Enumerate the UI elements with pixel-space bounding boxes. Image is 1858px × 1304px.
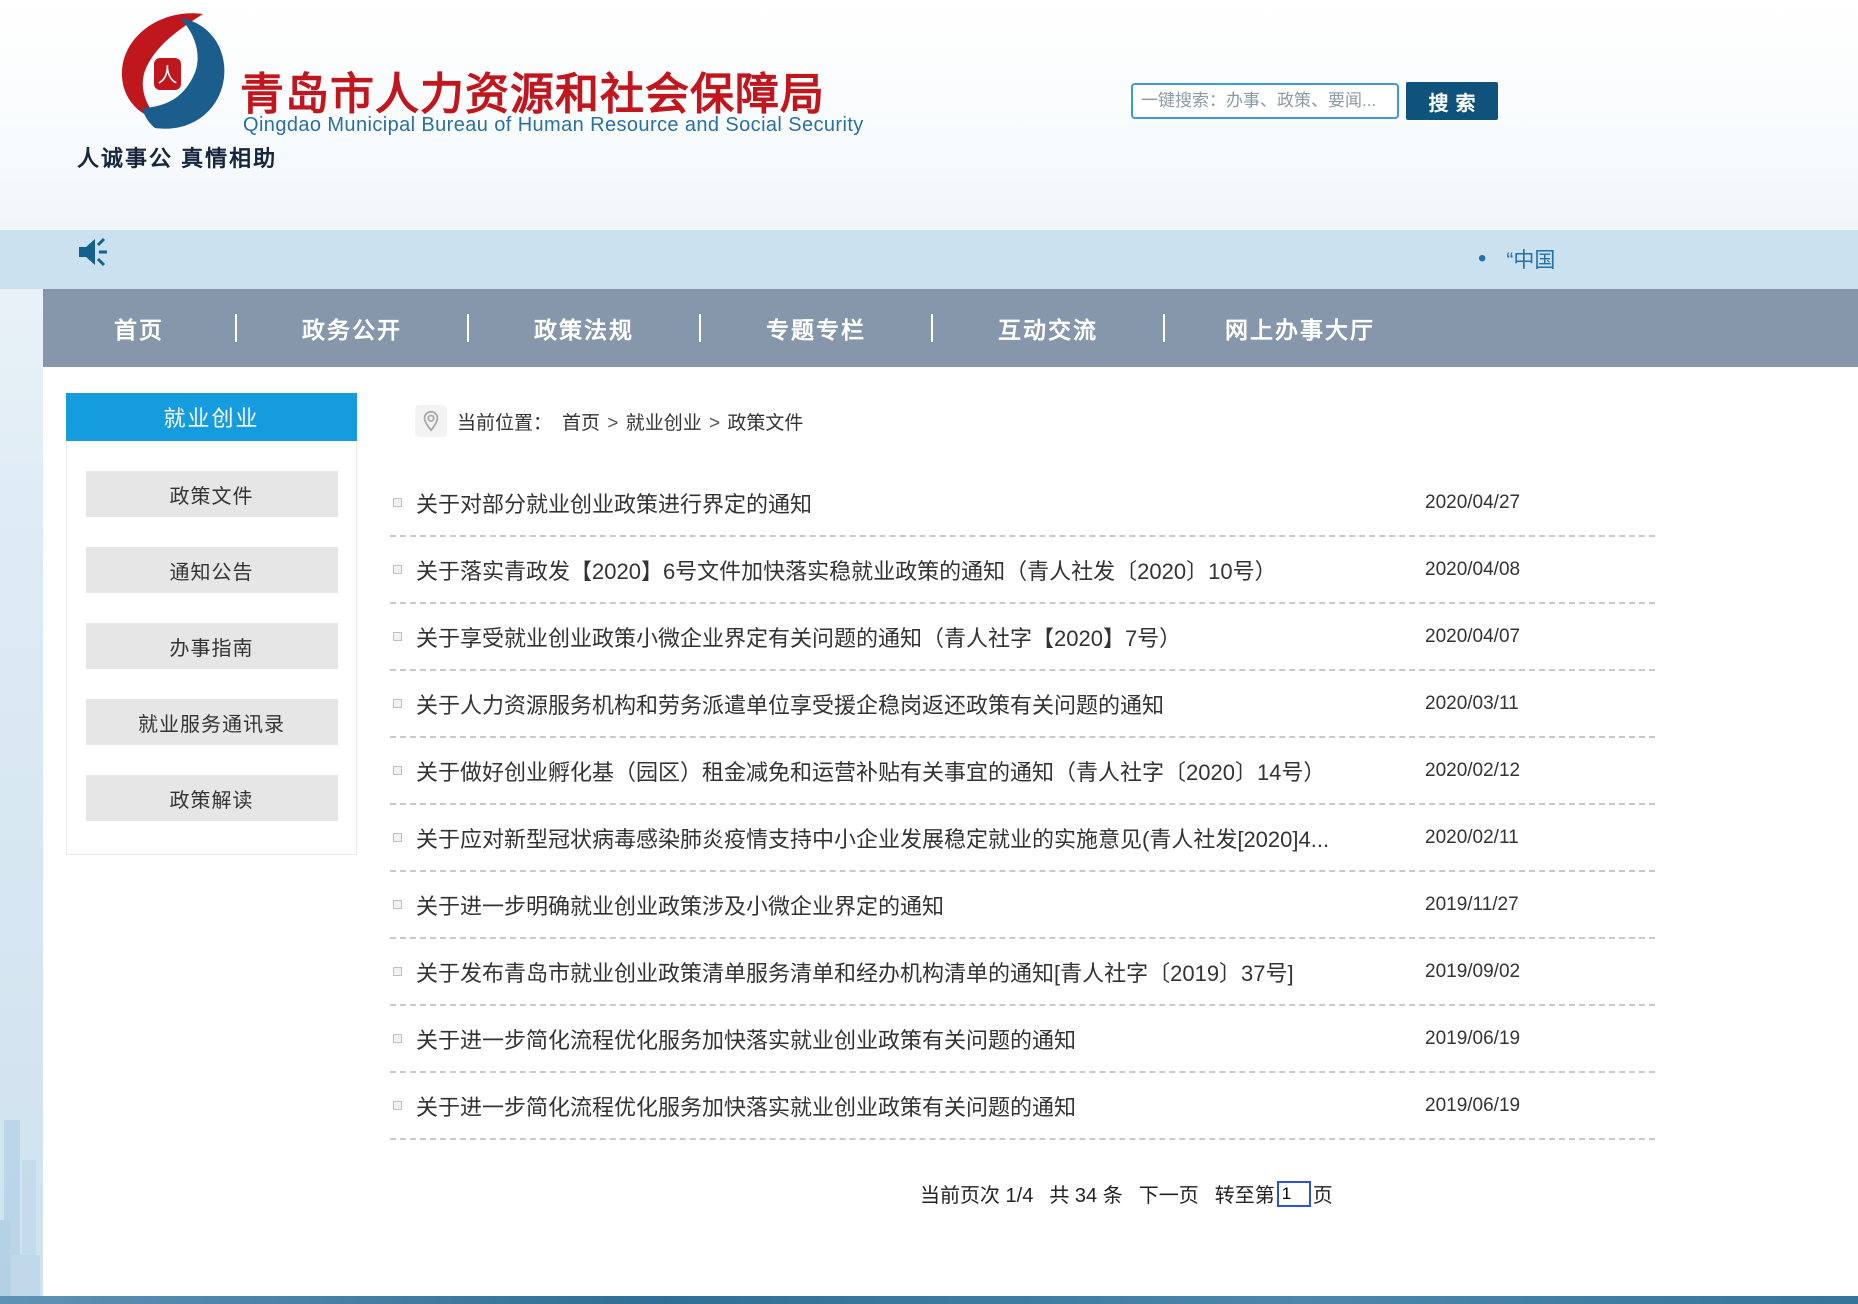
policy-link[interactable]: 关于进一步明确就业创业政策涉及小微企业界定的通知 [416, 889, 1425, 921]
sidebar-menu: 政策文件通知公告办事指南就业服务通讯录政策解读 [66, 441, 357, 855]
breadcrumb-link-2[interactable]: 就业创业 [626, 413, 702, 434]
policy-link[interactable]: 关于人力资源服务机构和劳务派遣单位享受援企稳岗返还政策有关问题的通知 [416, 688, 1425, 720]
policy-link[interactable]: 关于进一步简化流程优化服务加快落实就业创业政策有关问题的通知 [416, 1023, 1425, 1055]
speaker-icon [76, 235, 110, 269]
announcement-marquee[interactable]: • “中国 [1478, 244, 1555, 274]
policy-date: 2019/06/19 [1425, 1028, 1655, 1050]
footer-bar [0, 1296, 1858, 1304]
breadcrumb-link-1[interactable]: 首页 [562, 413, 600, 434]
policy-list: 关于对部分就业创业政策进行界定的通知2020/04/27 关于落实青政发【2020… [390, 470, 1655, 1140]
list-bullet-icon [393, 632, 402, 641]
marquee-text: “中国 [1506, 244, 1555, 274]
policy-date: 2020/04/27 [1425, 492, 1655, 514]
nav-item-6[interactable]: 网上办事大厅 [1165, 289, 1435, 367]
breadcrumb: 当前位置： 首页 > 就业创业 > 政策文件 [415, 403, 803, 439]
sidebar-item-5[interactable]: 政策解读 [86, 775, 338, 821]
sidebar-header[interactable]: 就业创业 [66, 393, 357, 441]
sidebar-item-1[interactable]: 政策文件 [86, 471, 338, 517]
main-nav: 首页政务公开政策法规专题专栏互动交流网上办事大厅 [43, 289, 1858, 367]
location-pin-icon [415, 405, 447, 437]
policy-list-item: 关于应对新型冠状病毒感染肺炎疫情支持中小企业发展稳定就业的实施意见(青人社发[2… [390, 805, 1655, 872]
list-bullet-icon [393, 699, 402, 708]
content-panel: 就业创业 政策文件通知公告办事指南就业服务通讯录政策解读 当前位置： 首页 > … [43, 367, 1858, 1296]
list-bullet-icon [393, 766, 402, 775]
policy-list-item: 关于人力资源服务机构和劳务派遣单位享受援企稳岗返还政策有关问题的通知2020/0… [390, 671, 1655, 738]
list-bullet-icon [393, 833, 402, 842]
policy-date: 2020/03/11 [1425, 693, 1655, 715]
skyline-image [0, 1030, 43, 1296]
pagination-goto-label: 转至第 [1215, 1179, 1275, 1208]
search-button[interactable]: 搜索 [1406, 82, 1498, 120]
policy-date: 2019/06/19 [1425, 1095, 1655, 1117]
policy-date: 2020/02/12 [1425, 760, 1655, 782]
svg-text:人: 人 [158, 64, 178, 87]
policy-link[interactable]: 关于做好创业孵化基（园区）租金减免和运营补贴有关事宜的通知（青人社字〔2020〕… [416, 755, 1425, 787]
policy-list-item: 关于落实青政发【2020】6号文件加快落实稳就业政策的通知（青人社发〔2020〕… [390, 537, 1655, 604]
breadcrumb-link-3[interactable]: 政策文件 [727, 413, 803, 434]
nav-item-5[interactable]: 互动交流 [933, 289, 1163, 367]
policy-link[interactable]: 关于对部分就业创业政策进行界定的通知 [416, 487, 1425, 519]
policy-list-item: 关于进一步明确就业创业政策涉及小微企业界定的通知2019/11/27 [390, 872, 1655, 939]
policy-link[interactable]: 关于享受就业创业政策小微企业界定有关问题的通知（青人社字【2020】7号） [416, 621, 1425, 653]
pagination: 当前页次 1/4 共 34 条 下一页 转至第 页 [920, 1179, 1333, 1208]
policy-link[interactable]: 关于进一步简化流程优化服务加快落实就业创业政策有关问题的通知 [416, 1090, 1425, 1122]
policy-link[interactable]: 关于应对新型冠状病毒感染肺炎疫情支持中小企业发展稳定就业的实施意见(青人社发[2… [416, 822, 1425, 854]
marquee-bullet-icon: • [1478, 249, 1486, 269]
policy-list-item: 关于享受就业创业政策小微企业界定有关问题的通知（青人社字【2020】7号）202… [390, 604, 1655, 671]
policy-link[interactable]: 关于落实青政发【2020】6号文件加快落实稳就业政策的通知（青人社发〔2020〕… [416, 554, 1425, 586]
pagination-next-button[interactable]: 下一页 [1139, 1179, 1199, 1208]
list-bullet-icon [393, 498, 402, 507]
policy-list-item: 关于发布青岛市就业创业政策清单服务清单和经办机构清单的通知[青人社字〔2019〕… [390, 939, 1655, 1006]
search-input[interactable] [1131, 83, 1399, 119]
list-bullet-icon [393, 1034, 402, 1043]
pagination-goto-input[interactable] [1277, 1181, 1311, 1207]
policy-date: 2020/04/08 [1425, 559, 1655, 581]
site-motto: 人诚事公 真情相助 [77, 141, 277, 173]
policy-date: 2019/11/27 [1425, 894, 1655, 916]
breadcrumb-separator: > [702, 413, 728, 434]
nav-item-2[interactable]: 政务公开 [237, 289, 467, 367]
header: 人 青岛市人力资源和社会保障局 Qingdao Municipal Bureau… [0, 0, 1858, 230]
policy-date: 2020/04/07 [1425, 626, 1655, 648]
pagination-total: 共 34 条 [1049, 1179, 1122, 1208]
pagination-current: 当前页次 1/4 [920, 1179, 1033, 1208]
list-bullet-icon [393, 1101, 402, 1110]
site-subtitle: Qingdao Municipal Bureau of Human Resour… [243, 114, 864, 137]
nav-item-4[interactable]: 专题专栏 [701, 289, 931, 367]
nav-item-1[interactable]: 首页 [43, 289, 235, 367]
policy-date: 2019/09/02 [1425, 961, 1655, 983]
policy-date: 2020/02/11 [1425, 827, 1655, 849]
policy-list-item: 关于进一步简化流程优化服务加快落实就业创业政策有关问题的通知2019/06/19 [390, 1006, 1655, 1073]
policy-list-item: 关于进一步简化流程优化服务加快落实就业创业政策有关问题的通知2019/06/19 [390, 1073, 1655, 1140]
sidebar-item-4[interactable]: 就业服务通讯录 [86, 699, 338, 745]
sidebar-item-2[interactable]: 通知公告 [86, 547, 338, 593]
policy-list-item: 关于对部分就业创业政策进行界定的通知2020/04/27 [390, 470, 1655, 537]
breadcrumb-links: 首页 > 就业创业 > 政策文件 [562, 408, 803, 435]
sidebar-item-3[interactable]: 办事指南 [86, 623, 338, 669]
policy-list-item: 关于做好创业孵化基（园区）租金减免和运营补贴有关事宜的通知（青人社字〔2020〕… [390, 738, 1655, 805]
pagination-goto-suffix: 页 [1313, 1179, 1333, 1208]
policy-link[interactable]: 关于发布青岛市就业创业政策清单服务清单和经办机构清单的通知[青人社字〔2019〕… [416, 956, 1425, 988]
site-logo-icon[interactable]: 人 [100, 8, 242, 136]
list-bullet-icon [393, 565, 402, 574]
breadcrumb-label: 当前位置： [457, 408, 552, 435]
list-bullet-icon [393, 967, 402, 976]
nav-item-3[interactable]: 政策法规 [469, 289, 699, 367]
list-bullet-icon [393, 900, 402, 909]
announcement-bar: • “中国 [0, 230, 1858, 289]
site-title: 青岛市人力资源和社会保障局 [240, 58, 825, 122]
breadcrumb-separator: > [600, 413, 626, 434]
